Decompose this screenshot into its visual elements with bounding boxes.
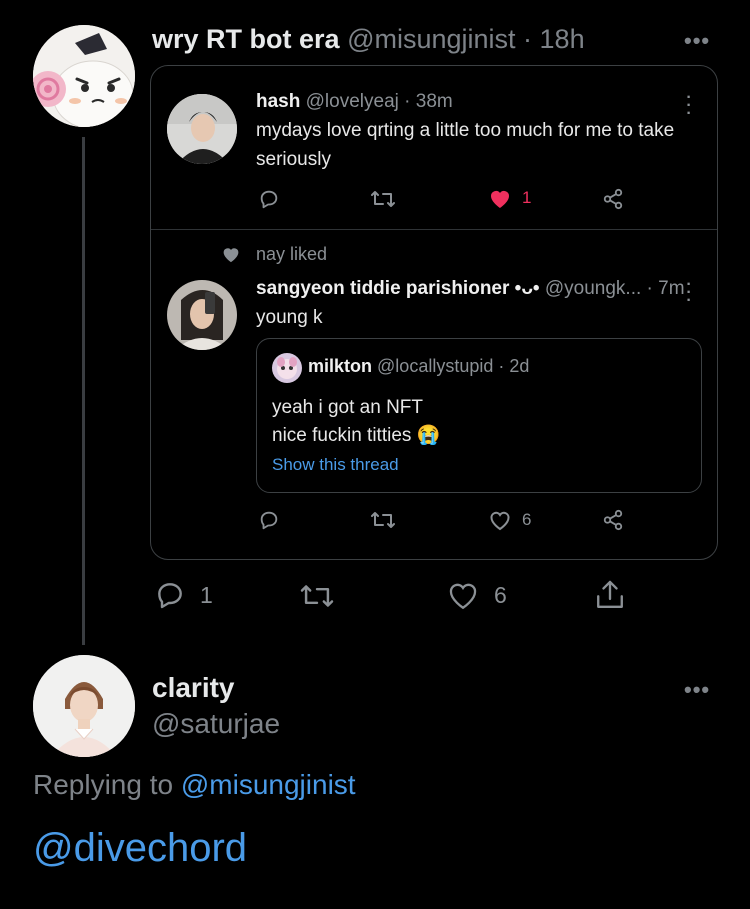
quote-one-more-icon[interactable]: · · · xyxy=(684,90,694,122)
nested-header: milkton @locallystupid · 2d xyxy=(308,356,529,377)
author-name[interactable]: wry RT bot era xyxy=(152,24,340,54)
share-icon xyxy=(603,509,623,531)
nested-text-line1: yeah i got an NFT xyxy=(272,397,424,418)
quote-one-like-count: 1 xyxy=(522,188,532,207)
quote-two-more-icon[interactable]: · · · xyxy=(684,277,694,309)
reply-author-handle[interactable]: @saturjae xyxy=(152,708,280,740)
author-avatar[interactable] xyxy=(33,25,135,127)
author-line: wry RT bot era @misungjinist · 18h xyxy=(152,24,585,55)
quote-two-header: sangyeon tiddie parishioner •ᴗ• @youngk.… xyxy=(256,278,685,300)
quote-one-like-button[interactable]: 1 xyxy=(488,187,531,209)
share-icon xyxy=(603,188,623,210)
quote-two-text: young k xyxy=(256,307,323,328)
more-options-icon[interactable]: ••• xyxy=(684,28,710,54)
quote-two-like-button[interactable]: 6 xyxy=(488,509,531,531)
reply-icon xyxy=(158,583,182,609)
quote-two-handle[interactable]: @youngk... xyxy=(545,278,641,299)
show-thread-link[interactable]: Show this thread xyxy=(272,455,399,475)
reply-icon xyxy=(260,511,278,530)
quote-one-header: hash @lovelyeaj · 38m xyxy=(256,91,453,113)
quote-two-name[interactable]: sangyeon tiddie parishioner •ᴗ• xyxy=(256,278,540,299)
main-reply-count: 1 xyxy=(200,581,213,608)
heart-outline-icon xyxy=(449,583,477,610)
quote-two-retweet-button[interactable] xyxy=(370,509,396,531)
thread-connector xyxy=(82,137,85,645)
main-like-count: 6 xyxy=(494,581,507,608)
quote-one-share-button[interactable] xyxy=(602,188,624,210)
quote-one-text: mydays love qrting a little too much for… xyxy=(256,120,675,170)
retweet-icon xyxy=(300,585,334,607)
replying-prefix: Replying to xyxy=(33,769,174,800)
heart-outline-icon xyxy=(490,511,510,531)
quote-two-like-count: 6 xyxy=(522,510,532,529)
nested-time[interactable]: · 2d xyxy=(498,356,529,376)
quote-one-reply-button[interactable] xyxy=(258,188,280,210)
retweet-icon xyxy=(371,512,395,528)
nested-text-line2: nice fuckin titties 😭 xyxy=(272,425,441,446)
quote-two-share-button[interactable] xyxy=(602,509,624,531)
quote-one-time[interactable]: · 38m xyxy=(404,91,453,112)
replying-to-mention[interactable]: @misungjinist xyxy=(181,769,356,800)
quote-one-name[interactable]: hash xyxy=(256,91,300,112)
reply-author-name[interactable]: clarity xyxy=(152,672,235,704)
sangyeon-avatar[interactable] xyxy=(167,280,237,350)
social-context[interactable]: nay liked xyxy=(256,244,327,265)
reply-avatar[interactable] xyxy=(33,655,135,757)
upload-share-icon xyxy=(597,580,623,608)
tweet-time[interactable]: · 18h xyxy=(523,24,585,54)
quote-two-time[interactable]: · 7m xyxy=(647,278,685,299)
heart-filled-icon xyxy=(491,191,509,208)
quote-one-handle[interactable]: @lovelyeaj xyxy=(306,91,399,112)
hash-avatar[interactable] xyxy=(167,94,237,164)
author-handle[interactable]: @misungjinist xyxy=(347,24,515,54)
retweet-icon xyxy=(371,191,395,207)
reply-text-mention[interactable]: @divechord xyxy=(33,826,247,871)
main-like-button[interactable]: 6 xyxy=(446,579,507,611)
nested-name[interactable]: milkton xyxy=(308,356,372,376)
liked-heart-icon xyxy=(221,245,241,268)
main-retweet-button[interactable] xyxy=(299,581,335,611)
milkton-avatar[interactable] xyxy=(272,353,302,383)
quote-divider xyxy=(151,229,717,230)
replying-to-line: Replying to @misungjinist xyxy=(33,769,356,801)
nested-handle[interactable]: @locallystupid xyxy=(377,356,493,376)
quote-two-reply-button[interactable] xyxy=(258,509,280,531)
main-reply-button[interactable]: 1 xyxy=(154,579,213,611)
reply-icon xyxy=(260,190,278,209)
main-share-button[interactable] xyxy=(594,578,626,612)
reply-more-options-icon[interactable]: ••• xyxy=(684,677,710,703)
quote-one-retweet-button[interactable] xyxy=(370,188,396,210)
